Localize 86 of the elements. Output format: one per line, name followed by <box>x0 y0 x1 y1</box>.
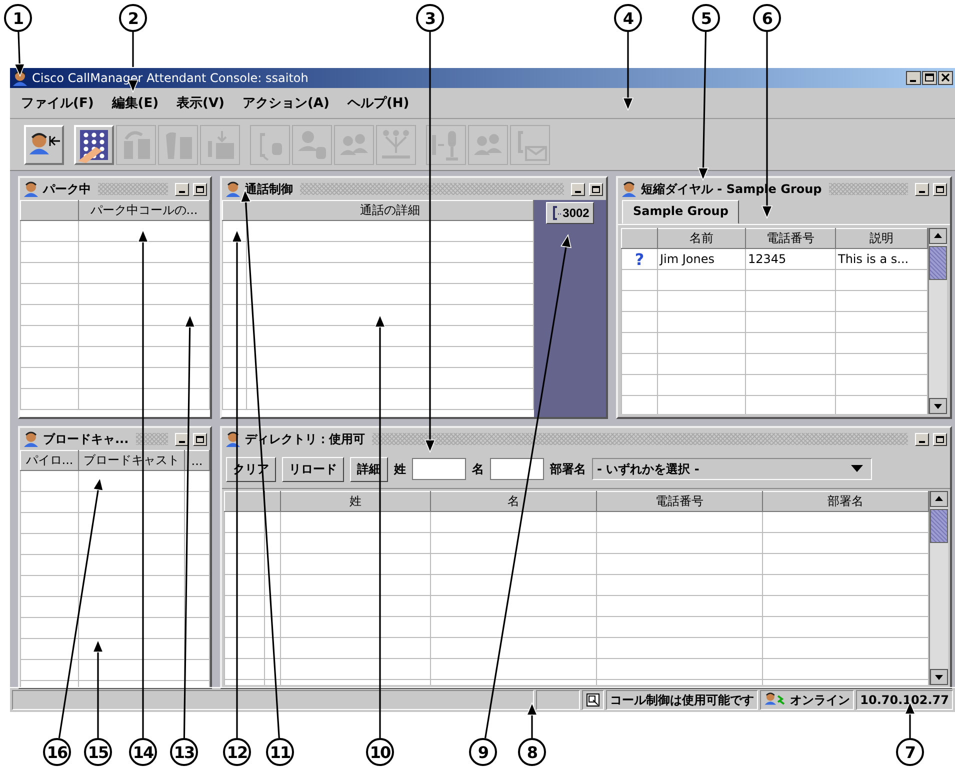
callout-number: 6 <box>753 4 781 32</box>
scroll-down-icon[interactable] <box>929 398 947 414</box>
field-label: 部署名 <box>550 460 586 478</box>
agent-icon <box>225 181 241 197</box>
callout-number: 13 <box>170 738 198 766</box>
minimize-button[interactable] <box>915 182 929 196</box>
column-header: 部署名 <box>762 492 928 512</box>
ip-address: 10.70.102.77 <box>856 690 953 710</box>
column-header: パイロ... <box>20 450 78 470</box>
scroll-up-icon[interactable] <box>929 228 947 244</box>
column-header: 電話番号 <box>746 228 836 248</box>
minimize-button[interactable] <box>175 182 189 196</box>
tab[interactable]: Sample Group <box>622 200 740 224</box>
column-header: 説明 <box>836 228 928 248</box>
callout-number: 7 <box>896 738 924 766</box>
column-header: 名前 <box>658 228 746 248</box>
status-text: オンライン <box>790 692 850 708</box>
menu-item[interactable]: ファイル(F) <box>14 92 101 114</box>
field-label: 姓 <box>394 460 406 478</box>
toolbar-button[interactable]: リロード <box>282 456 344 482</box>
maximize-button[interactable] <box>193 182 207 196</box>
minimize-button[interactable] <box>571 182 585 196</box>
line-button[interactable]: 3002 <box>546 202 594 224</box>
callout-number: 9 <box>469 738 497 766</box>
leader-arrow <box>14 32 26 78</box>
callout-number: 1 <box>4 4 32 32</box>
table-cell: Jim Jones <box>658 248 746 270</box>
minimize-button[interactable] <box>915 432 929 446</box>
column-header: 名 <box>430 492 596 512</box>
dropdown[interactable]: - いずれかを選択 - <box>592 458 872 480</box>
maximize-button[interactable] <box>933 432 947 446</box>
menu-item[interactable]: 表示(V) <box>170 92 232 114</box>
callout-number: 14 <box>129 738 157 766</box>
maximize-icon[interactable] <box>922 71 937 85</box>
status-message: コール制御は使用可能です <box>606 690 758 710</box>
callout-number: 15 <box>84 738 112 766</box>
callout-number: 10 <box>366 738 394 766</box>
field-label: 名 <box>472 460 484 478</box>
column-header: ブロードキャスト <box>78 450 184 470</box>
callout-number: 12 <box>223 738 251 766</box>
minimize-icon[interactable] <box>906 71 921 85</box>
title-grip <box>98 183 168 195</box>
callout-number: 4 <box>614 4 642 32</box>
column-header: 通話の詳細 <box>246 200 534 220</box>
scroll-down-icon[interactable] <box>930 669 948 685</box>
panel-title: パーク中 <box>43 180 91 198</box>
online-icon <box>764 692 786 708</box>
agent-icon <box>621 181 637 197</box>
scrollbar[interactable] <box>928 228 947 414</box>
callout-number: 2 <box>119 4 147 32</box>
maximize-button[interactable] <box>589 182 603 196</box>
menu-item[interactable]: 編集(E) <box>104 92 166 114</box>
column-header: パーク中コールの... <box>78 200 210 220</box>
menu-item[interactable]: アクション(A) <box>235 92 336 114</box>
title-grip <box>136 433 168 445</box>
table-cell: This is a s... <box>836 248 928 270</box>
scroll-thumb[interactable] <box>930 509 948 543</box>
scroll-up-icon[interactable] <box>930 491 948 507</box>
callout-number: 8 <box>518 738 546 766</box>
column-header: 電話番号 <box>596 492 762 512</box>
table-cell: 12345 <box>746 248 836 270</box>
input-field[interactable] <box>412 458 466 480</box>
scroll-thumb[interactable] <box>929 246 947 280</box>
caret-icon <box>851 465 863 473</box>
window-icon <box>586 693 600 707</box>
callout-number: 5 <box>692 4 720 32</box>
close-icon[interactable] <box>938 71 953 85</box>
callout-number: 16 <box>43 738 71 766</box>
panel-title: 通話制御 <box>245 180 293 198</box>
input-field[interactable] <box>490 458 544 480</box>
menu-item[interactable]: ヘルプ(H) <box>340 92 416 114</box>
agent-icon <box>225 431 241 447</box>
agent-icon <box>23 181 39 197</box>
callout-number: 11 <box>266 738 294 766</box>
panel-title: ブロードキャ... <box>43 430 129 448</box>
question-icon: ? <box>624 250 655 268</box>
maximize-button[interactable] <box>933 182 947 196</box>
column-header: 姓 <box>280 492 430 512</box>
minimize-button[interactable] <box>175 432 189 446</box>
maximize-button[interactable] <box>193 432 207 446</box>
callout-number: 3 <box>416 4 444 32</box>
handset-icon <box>550 205 561 221</box>
window-title: Cisco CallManager Attendant Console: ssaitoh <box>32 71 310 85</box>
scrollbar[interactable] <box>929 491 948 685</box>
status-field <box>536 690 580 710</box>
agent-icon <box>23 431 39 447</box>
